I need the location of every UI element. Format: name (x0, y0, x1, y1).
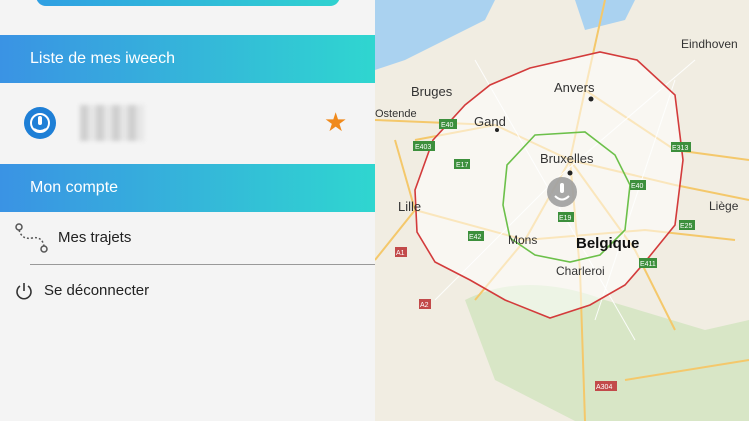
menu-item-trips[interactable]: Mes trajets (0, 218, 375, 258)
road-a1: A1 (396, 250, 405, 257)
city-bruxelles: Bruxelles (540, 151, 594, 166)
city-lille: Lille (398, 199, 421, 214)
section-header-account: Mon compte (0, 164, 375, 212)
menu-item-trips-label: Mes trajets (58, 229, 132, 246)
road-e17: E17 (456, 162, 469, 169)
city-gand: Gand (474, 114, 506, 129)
city-liege: Liège (709, 199, 739, 213)
bike-device-icon (24, 107, 56, 139)
road-e42: E42 (469, 234, 482, 241)
road-a304: A304 (596, 384, 612, 391)
menu-divider (30, 264, 375, 265)
country-belgique: Belgique (576, 235, 639, 252)
road-a2: A2 (420, 302, 429, 309)
drawer-menu: Liste de mes iweech ★ Mon compte Mes tra… (0, 0, 375, 421)
map-view[interactable]: Anvers Gand Bruges Ostende Bruxelles Lil… (374, 0, 749, 422)
device-list-item[interactable]: ★ (0, 83, 375, 164)
road-e40-west: E40 (441, 122, 454, 129)
city-charleroi: Charleroi (556, 264, 605, 278)
road-e403: E403 (415, 144, 431, 151)
top-action-button[interactable] (36, 0, 340, 6)
bruxelles-dot (567, 170, 573, 176)
device-name-blurred (80, 105, 144, 141)
city-anvers: Anvers (554, 80, 595, 95)
road-e411: E411 (640, 261, 656, 268)
menu-item-logout-label: Se déconnecter (44, 282, 150, 299)
city-eindhoven: Eindhoven (681, 37, 738, 51)
anvers-dot (588, 96, 594, 102)
road-e313: E313 (672, 145, 688, 152)
city-ostende: Ostende (375, 108, 417, 120)
device-location-marker[interactable] (547, 177, 577, 207)
menu-item-logout[interactable]: Se déconnecter (0, 271, 375, 311)
road-e40-east: E40 (631, 183, 644, 190)
city-bruges: Bruges (411, 84, 453, 99)
favorite-star-icon[interactable]: ★ (324, 109, 347, 135)
road-e19: E19 (559, 215, 572, 222)
city-mons: Mons (508, 233, 537, 247)
section-header-devices: Liste de mes iweech (0, 35, 375, 83)
route-icon (15, 223, 48, 253)
road-e25: E25 (680, 223, 693, 230)
power-icon (16, 283, 32, 300)
